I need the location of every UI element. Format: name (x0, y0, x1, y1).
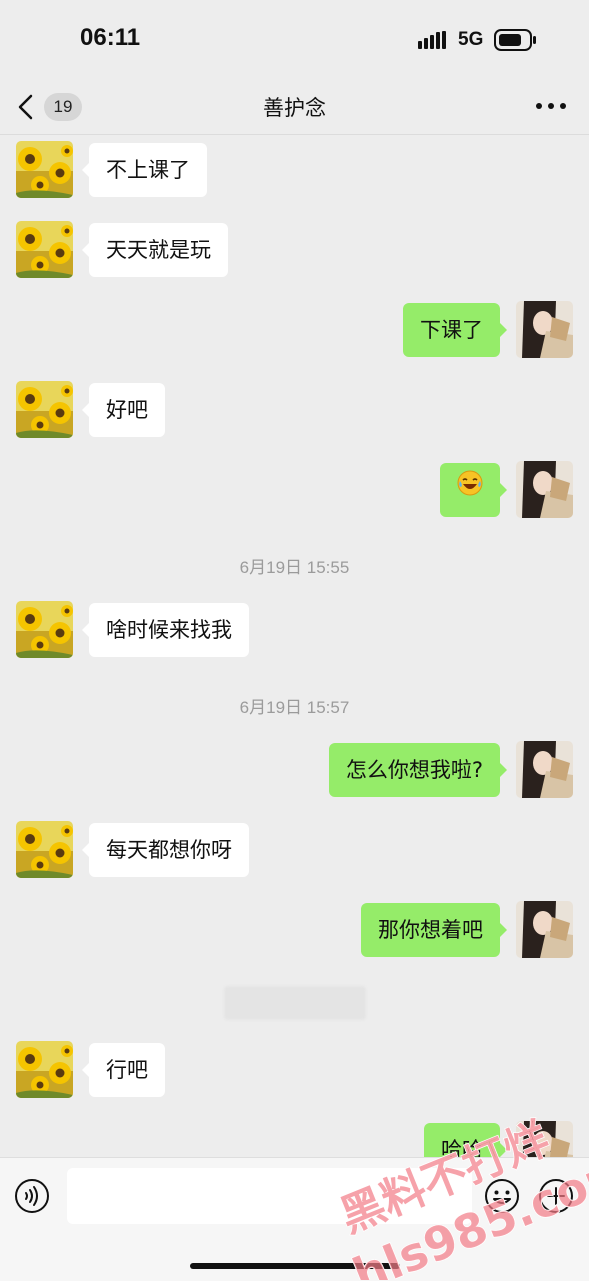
contact-avatar[interactable] (16, 381, 73, 438)
message-timestamp: 6月19日 15:55 (239, 558, 350, 577)
message-timestamp: 6月19日 15:57 (239, 698, 350, 717)
contact-avatar[interactable] (16, 1041, 73, 1098)
chat-title: 善护念 (263, 96, 326, 120)
home-indicator (190, 1263, 400, 1269)
message-bubble[interactable] (440, 462, 507, 517)
message-bubble[interactable]: 那你想着吧 (361, 903, 507, 957)
message-bubble[interactable]: 不上课了 (82, 143, 207, 197)
laughing-crying-emoji-icon (457, 462, 483, 516)
voice-input-button[interactable] (14, 1178, 50, 1214)
self-avatar[interactable] (516, 1121, 573, 1157)
status-time: 06:11 (80, 24, 141, 51)
contact-avatar[interactable] (16, 601, 73, 658)
signal-icon (418, 31, 448, 53)
message-bubble[interactable]: 啥时候来找我 (82, 603, 249, 657)
voice-icon (15, 1179, 49, 1213)
self-avatar[interactable] (516, 741, 573, 798)
plus-icon (539, 1179, 573, 1213)
smiley-icon (485, 1179, 519, 1213)
more-options-button[interactable] (534, 94, 568, 118)
message-bubble[interactable]: 天天就是玩 (82, 223, 228, 277)
more-dots-icon (536, 103, 566, 109)
contact-avatar[interactable] (16, 141, 73, 198)
emoji-button[interactable] (484, 1178, 520, 1214)
self-avatar[interactable] (516, 901, 573, 958)
input-bar (0, 1157, 589, 1281)
contact-avatar[interactable] (16, 821, 73, 878)
status-bar: 06:11 5G (0, 0, 589, 80)
message-bubble[interactable]: 行吧 (82, 1043, 165, 1097)
message-bubble[interactable]: 哈哈 (424, 1123, 507, 1157)
contact-avatar[interactable] (16, 221, 73, 278)
self-avatar[interactable] (516, 301, 573, 358)
message-bubble[interactable]: 怎么你想我啦? (328, 743, 508, 797)
chat-header: 19 善护念 (0, 80, 589, 135)
self-avatar[interactable] (516, 461, 573, 518)
more-actions-button[interactable] (538, 1178, 574, 1214)
message-bubble[interactable]: 每天都想你呀 (82, 823, 249, 877)
message-input[interactable] (67, 1168, 472, 1224)
network-type: 5G (458, 29, 484, 50)
message-list[interactable]: 不上课了 天天就是玩 下课了 好吧 6月19日 15:55 啥时候来找我 6月1… (0, 135, 589, 1157)
message-bubble[interactable]: 下课了 (403, 303, 507, 357)
message-bubble[interactable]: 好吧 (82, 383, 165, 437)
blurred-system-notice (224, 986, 366, 1020)
battery-icon (494, 29, 538, 55)
